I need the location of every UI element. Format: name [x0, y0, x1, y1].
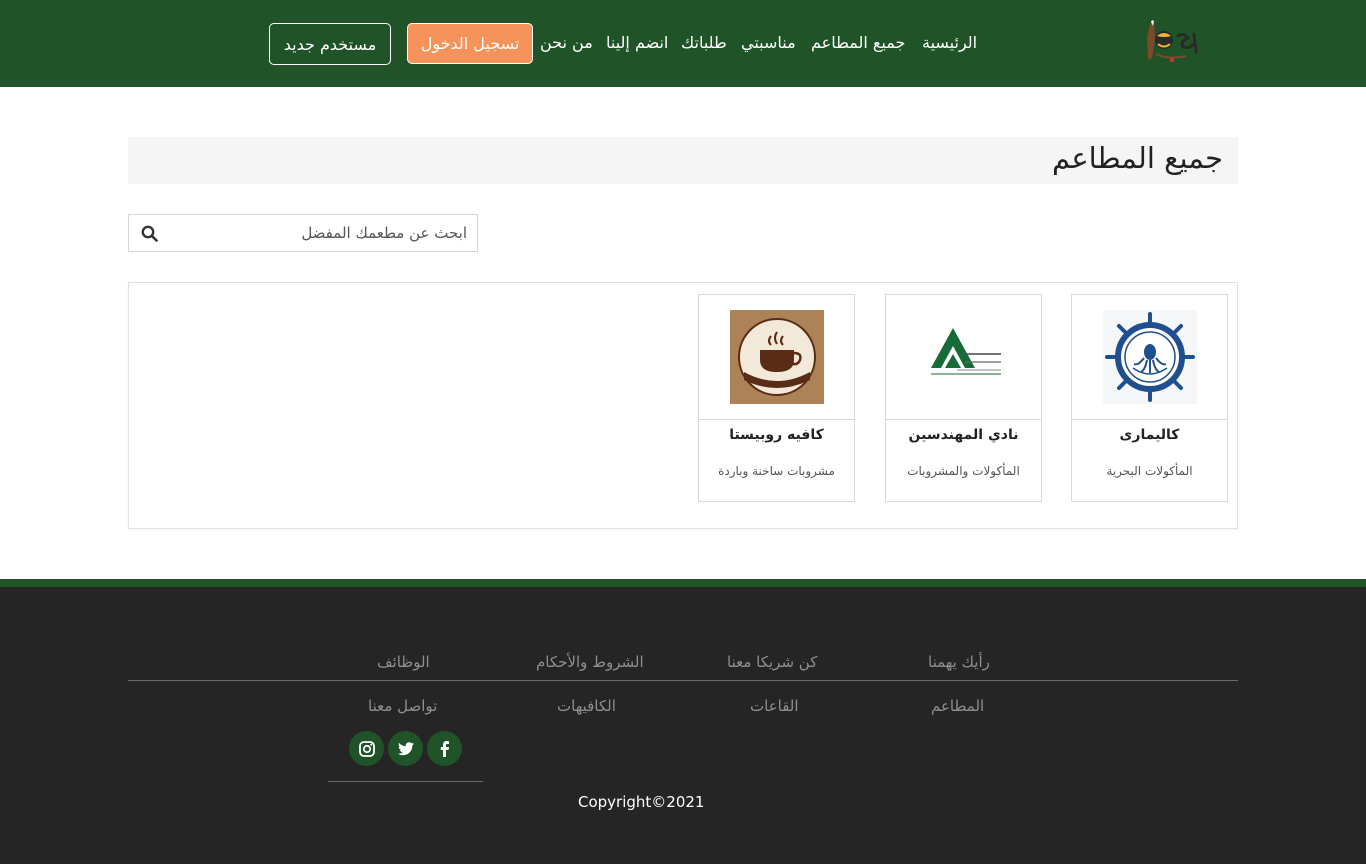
search-input[interactable]: [169, 215, 469, 251]
register-button[interactable]: مستخدم جديد: [269, 23, 391, 65]
footer-link-contact[interactable]: تواصل معنا: [368, 697, 437, 715]
copyright-text: Copyright©2021: [578, 793, 705, 811]
nav-my-orders[interactable]: طلباتك: [681, 33, 727, 52]
restaurant-category: مشروبات ساخنة وباردة: [718, 464, 835, 478]
top-navbar: الرئيسية جميع المطاعم مناسبتي طلباتك انض…: [0, 0, 1366, 87]
restaurant-category: المأكولات والمشروبات: [907, 464, 1020, 478]
restaurant-card[interactable]: نادي المهندسين المأكولات والمشروبات: [885, 294, 1042, 502]
restaurant-name: كاليمارى: [1119, 427, 1180, 443]
page-title-bar: جميع المطاعم: [128, 137, 1238, 184]
search-icon[interactable]: [141, 225, 158, 242]
facebook-icon[interactable]: [427, 731, 462, 766]
footer-link-restaurants[interactable]: المطاعم: [931, 697, 984, 715]
nav-home[interactable]: الرئيسية: [922, 33, 977, 52]
nav-about-us[interactable]: من نحن: [540, 33, 593, 52]
restaurant-card[interactable]: كافيه روبيستا مشروبات ساخنة وباردة: [698, 294, 855, 502]
restaurant-category: المأكولات البحرية: [1106, 464, 1193, 478]
nav-all-restaurants[interactable]: جميع المطاعم: [811, 33, 905, 52]
restaurant-logo: [699, 295, 854, 420]
ship-wheel-logo-icon: [1102, 310, 1197, 404]
restaurant-name: كافيه روبيستا: [729, 427, 824, 443]
restaurant-logo: [1072, 295, 1227, 420]
brand-logo-icon[interactable]: [1142, 18, 1204, 68]
twitter-icon[interactable]: [388, 731, 423, 766]
footer-divider: [128, 680, 1238, 681]
nav-join-us[interactable]: انضم إلينا: [606, 33, 668, 52]
footer-accent-stripe: [0, 579, 1366, 587]
restaurant-logo: [886, 295, 1041, 420]
login-button[interactable]: تسجيل الدخول: [407, 23, 533, 64]
coffee-cup-logo-icon: [729, 310, 824, 404]
instagram-icon[interactable]: [349, 731, 384, 766]
footer-link-jobs[interactable]: الوظائف: [377, 653, 430, 671]
footer: رأيك يهمنا كن شريكا معنا الشروط والأحكام…: [0, 587, 1366, 864]
footer-divider-short: [328, 781, 483, 782]
footer-link-halls[interactable]: القاعات: [750, 697, 799, 715]
search-box: [128, 214, 478, 252]
nav-my-occasions[interactable]: مناسبتي: [741, 33, 796, 52]
footer-link-terms[interactable]: الشروط والأحكام: [536, 653, 644, 671]
footer-link-feedback[interactable]: رأيك يهمنا: [928, 653, 990, 671]
footer-link-partner[interactable]: كن شريكا معنا: [727, 653, 817, 671]
restaurant-name: نادي المهندسين: [908, 427, 1019, 443]
restaurants-grid: كاليمارى المأكولات البحرية نادي المهندسي…: [128, 282, 1238, 529]
engineers-club-logo-icon: [916, 310, 1011, 404]
restaurant-card[interactable]: كاليمارى المأكولات البحرية: [1071, 294, 1228, 502]
footer-link-cafes[interactable]: الكافيهات: [557, 697, 616, 715]
page-title: جميع المطاعم: [1052, 141, 1223, 175]
